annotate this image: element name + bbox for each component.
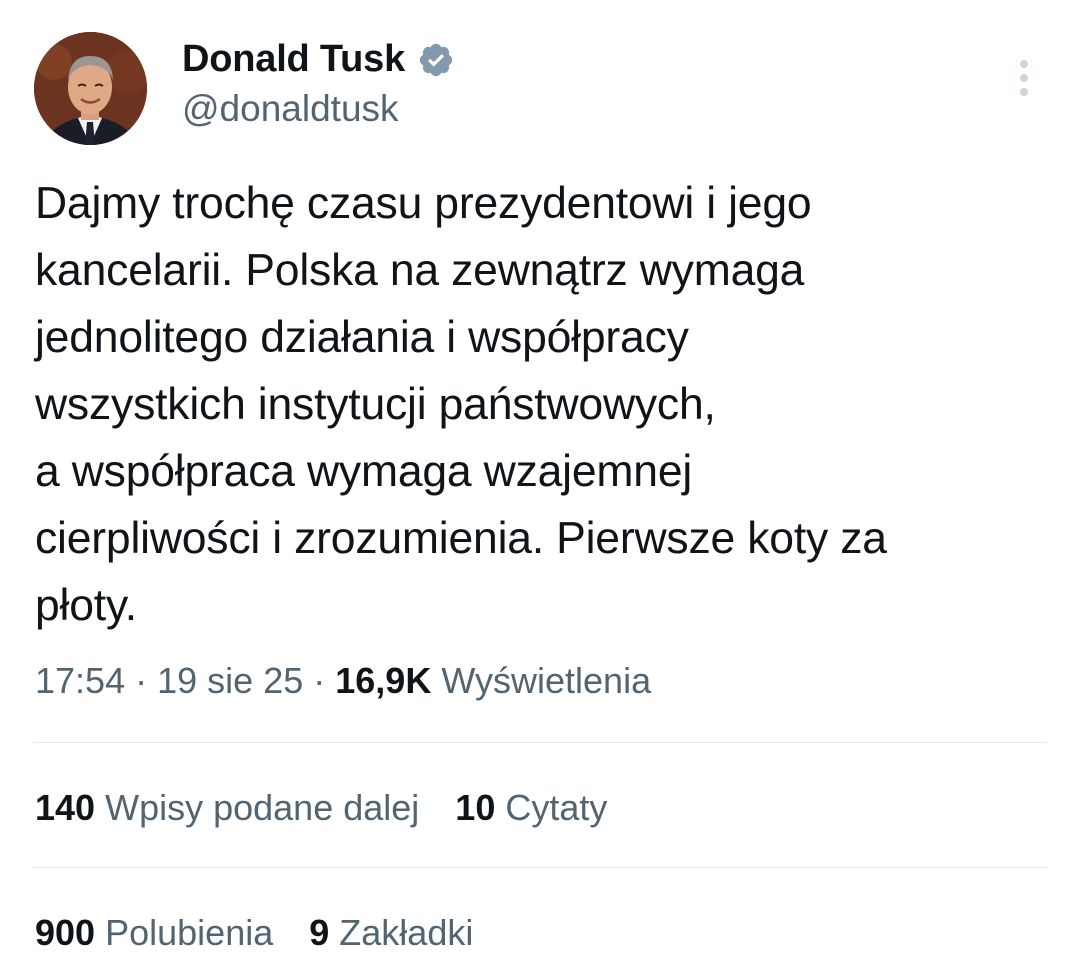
stats-row-likes-bookmarks: 900 Polubienia 9 Zakładki (35, 912, 473, 954)
author-display-name[interactable]: Donald Tusk (182, 38, 405, 81)
reposts-stat[interactable]: 140 Wpisy podane dalej (35, 787, 419, 828)
meta-separator: · (135, 660, 148, 701)
likes-label: Polubienia (105, 912, 274, 953)
verified-badge-icon[interactable] (417, 41, 455, 79)
meta-separator: · (313, 660, 326, 701)
quotes-label: Cytaty (505, 787, 608, 828)
likes-stat[interactable]: 900 Polubienia (35, 912, 273, 953)
stats-row-reposts-quotes: 140 Wpisy podane dalej 10 Cytaty (35, 787, 607, 829)
tweet-time[interactable]: 17:54 (35, 660, 125, 701)
reposts-label: Wpisy podane dalej (105, 787, 420, 828)
tweet-text: Dajmy trochę czasu prezydentowi i jego k… (35, 179, 887, 630)
bookmarks-label: Zakładki (339, 912, 474, 953)
reposts-count: 140 (35, 787, 96, 828)
more-options-button[interactable] (1004, 56, 1044, 100)
views-label: Wyświetlenia (441, 660, 652, 701)
views-count: 16,9K (335, 660, 432, 701)
likes-count: 900 (35, 912, 96, 953)
author-name-row: Donald Tusk (182, 38, 455, 81)
divider (33, 742, 1047, 743)
bookmarks-count: 9 (309, 912, 330, 953)
author-handle[interactable]: @donaldtusk (182, 88, 399, 130)
tweet-meta: 17:54 · 19 sie 25 · 16,9K Wyświetlenia (35, 660, 651, 702)
more-vertical-icon (1020, 60, 1028, 68)
more-vertical-icon-dot (1020, 74, 1028, 82)
avatar[interactable] (34, 32, 147, 145)
quotes-stat[interactable]: 10 Cytaty (455, 787, 607, 828)
bookmarks-stat[interactable]: 9 Zakładki (309, 912, 473, 953)
tweet-date[interactable]: 19 sie 25 (157, 660, 303, 701)
avatar-image (34, 32, 147, 145)
more-vertical-icon-dot (1020, 88, 1028, 96)
divider (33, 867, 1047, 868)
quotes-count: 10 (455, 787, 496, 828)
